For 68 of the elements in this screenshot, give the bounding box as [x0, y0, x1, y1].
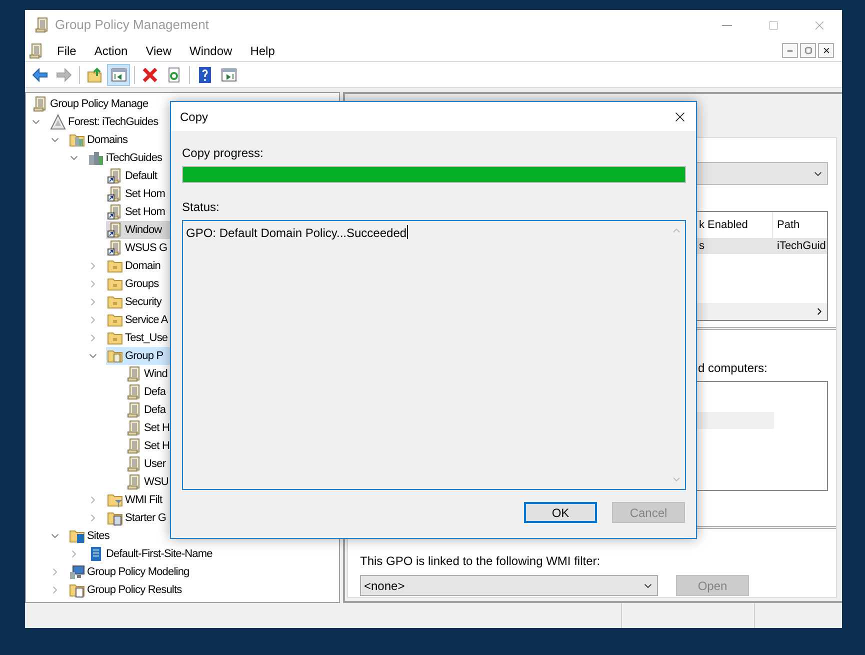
- scroll-icon: [126, 384, 142, 400]
- scroll-icon: [126, 402, 142, 418]
- pane-icon: [220, 66, 236, 82]
- scroll-shortcut-icon: [107, 240, 123, 256]
- pane-icon: [110, 66, 126, 82]
- tree-item[interactable]: WMI Filt: [106, 491, 222, 509]
- folder-icon: [107, 330, 123, 346]
- scroll-icon: [126, 456, 142, 472]
- building-icon: [88, 546, 104, 562]
- menu-item[interactable]: File: [48, 40, 86, 60]
- scroll-icon: [28, 42, 44, 58]
- menu-item[interactable]: Help: [241, 40, 284, 60]
- table-cell-text: iTechGuid: [776, 238, 826, 254]
- menu-item[interactable]: Window: [180, 40, 242, 60]
- tree-item[interactable]: Sites: [68, 527, 170, 545]
- scroll-shortcut-icon: [107, 222, 123, 238]
- scroll-icon: [126, 420, 142, 436]
- wmi-filter-dropdown[interactable]: <none>: [360, 575, 658, 596]
- building-folder-icon: [69, 528, 85, 544]
- table-cell-text: s: [699, 238, 706, 254]
- security-filtering-label: d computers:: [698, 360, 768, 377]
- document-folder-icon: [107, 510, 123, 526]
- close-icon: [822, 46, 830, 55]
- filter-folder-icon: [107, 492, 123, 508]
- restore-button[interactable]: [800, 43, 816, 58]
- scroll-shortcut-icon: [107, 204, 123, 220]
- folder-icon: [86, 66, 102, 82]
- maximize-icon: [768, 20, 778, 30]
- dialog-title: Copy: [180, 108, 208, 126]
- forest-icon: [50, 114, 66, 130]
- arrow-left-icon: [32, 66, 48, 82]
- server-icon: [88, 150, 104, 166]
- minimize-icon: [722, 24, 732, 26]
- scroll-icon: [34, 17, 50, 33]
- window-title: Group Policy Management: [55, 16, 209, 34]
- folder-icon: [107, 276, 123, 292]
- scroll-icon: [126, 366, 142, 382]
- wmi-filter-label: This GPO is linked to the following WMI filter:: [360, 553, 602, 570]
- delete-icon: [142, 66, 158, 82]
- progress-label: Copy progress:: [182, 145, 264, 162]
- scroll-shortcut-icon: [107, 186, 123, 202]
- tree-item[interactable]: Default-First-Site-Name: [87, 545, 272, 563]
- refresh-icon: [166, 66, 182, 82]
- folder-icon: [107, 312, 123, 328]
- computer-icon: [69, 564, 85, 580]
- scroll-icon: [126, 474, 142, 490]
- folder-icon: [107, 294, 123, 310]
- menu-item[interactable]: Action: [85, 40, 137, 60]
- minimize-button[interactable]: [782, 43, 798, 58]
- scroll-folder-icon: [107, 348, 123, 364]
- scroll-shortcut-icon: [107, 168, 123, 184]
- help-icon: [196, 66, 212, 82]
- close-button[interactable]: [818, 43, 834, 58]
- restore-icon: [804, 47, 812, 54]
- server-folder-icon: [69, 132, 85, 148]
- status-box[interactable]: GPO: Default Domain Policy...Succeeded: [182, 220, 686, 490]
- menu-item[interactable]: View: [136, 40, 180, 60]
- status-label: Status:: [182, 199, 220, 216]
- tree-item[interactable]: Group Policy Results: [68, 581, 242, 599]
- dialog-button[interactable]: OK: [524, 502, 597, 523]
- column-header[interactable]: Path: [773, 216, 800, 234]
- show-hide-tree-button[interactable]: [107, 64, 130, 86]
- document-folder-icon: [69, 582, 85, 598]
- arrow-right-icon: [56, 66, 72, 82]
- scroll-icon: [126, 438, 142, 454]
- scroll-icon: [32, 96, 48, 112]
- tree-item[interactable]: Group Policy Modeling: [68, 563, 250, 581]
- folder-icon: [107, 258, 123, 274]
